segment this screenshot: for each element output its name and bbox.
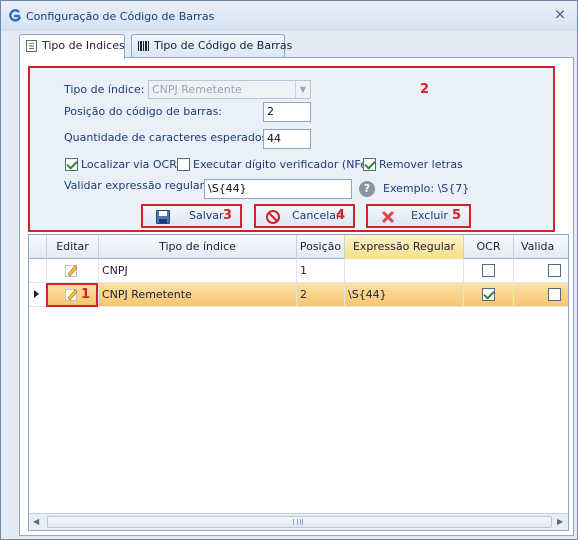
grid-header: Editar Tipo de índice Posição Expressão … [29,235,568,259]
localizar-ocr-checkbox[interactable] [65,158,78,171]
grip-icon [293,519,303,525]
validar-input[interactable]: \S{44} [204,179,352,199]
posicao-input[interactable]: 2 [263,102,311,122]
app-icon [9,9,22,22]
annotation-number-4: 4 [335,208,345,223]
posicao-label: Posição do código de barras: [64,105,223,118]
valida-checkbox[interactable] [548,264,561,277]
tab-tipo-de-codigo-de-barras[interactable]: Tipo de Código de Barras [131,34,292,58]
edit-highlight-box [46,283,98,307]
scroll-thumb[interactable] [47,516,552,528]
edit-cell[interactable] [47,259,99,283]
column-header-valida[interactable]: Valida [514,235,568,259]
exemplo-text: Exemplo: \S{7} [383,182,470,195]
ocr-checkbox[interactable] [482,264,495,277]
posicao-cell[interactable]: 1 [297,259,345,283]
close-button[interactable]: × [552,7,568,23]
ocr-cell[interactable] [464,283,514,307]
table-row[interactable]: CNPJ 1 [29,259,568,283]
tab-label: Tipo de Código de Barras [154,39,293,52]
row-indicator-header [29,235,47,259]
current-row-arrow-icon [34,290,39,298]
column-header-ocr[interactable]: OCR [464,235,514,259]
annotation-number-5: 5 [451,208,461,223]
salvar-button[interactable]: Salvar 3 [141,204,242,228]
posicao-cell[interactable]: 2 [297,283,345,307]
column-header-expressao[interactable]: Expressão Regular [345,235,464,259]
horizontal-scrollbar[interactable]: ◀ ▶ [29,513,568,530]
tab-panel: 2 Tipo de índice: CNPJ Remetente ▼ Posiç… [19,57,574,536]
title-bar: Configuração de Código de Barras × [1,1,577,31]
column-header-editar[interactable]: Editar [47,235,99,259]
validar-label: Validar expressão regular [64,179,205,192]
ocr-checkbox[interactable] [482,288,495,301]
remover-letras-checkbox[interactable] [363,158,376,171]
expressao-cell[interactable] [345,259,464,283]
save-disk-icon [156,210,170,224]
executar-digito-checkbox[interactable] [177,158,190,171]
valida-cell[interactable] [514,283,568,307]
delete-x-icon [381,210,395,224]
quantidade-label: Quantidade de caracteres esperados: [64,131,272,144]
scroll-left-icon[interactable]: ◀ [33,517,39,526]
cancelar-button[interactable]: Cancelar 4 [254,204,355,228]
tipo-cell[interactable]: CNPJ Remetente [99,283,297,307]
cancel-icon [266,210,280,224]
help-icon[interactable]: ? [359,181,375,197]
expressao-cell[interactable]: \S{44} [345,283,464,307]
index-grid: Editar Tipo de índice Posição Expressão … [28,234,569,531]
annotation-number-3: 3 [222,208,232,223]
tipo-indice-combo[interactable]: CNPJ Remetente ▼ [148,80,311,99]
excluir-button[interactable]: Excluir 5 [366,204,471,228]
ocr-cell[interactable] [464,259,514,283]
scroll-right-icon[interactable]: ▶ [557,517,563,526]
annotation-number-2: 2 [420,82,430,97]
chevron-down-icon: ▼ [295,81,310,98]
dialog-window: Configuração de Código de Barras × Tipo … [0,0,578,540]
executar-digito-label: Executar dígito verificador (NFe) [193,158,372,171]
remover-letras-label: Remover letras [379,158,463,171]
valida-cell[interactable] [514,259,568,283]
column-header-tipo[interactable]: Tipo de índice [99,235,297,259]
excluir-label: Excluir [411,209,448,222]
cancelar-label: Cancelar [292,209,341,222]
table-row-selected[interactable]: 1 CNPJ Remetente 2 \S{44} [29,283,568,307]
row-indicator [29,283,47,307]
quantidade-input[interactable]: 44 [263,129,311,149]
salvar-label: Salvar [189,209,224,222]
tab-label: Tipo de Indices [42,39,125,52]
tipo-indice-label: Tipo de índice: [64,83,145,96]
window-title: Configuração de Código de Barras [26,10,215,23]
pencil-edit-icon [65,265,78,277]
close-icon: × [553,5,567,23]
tab-tipo-de-indices[interactable]: Tipo de Indices [19,34,125,59]
document-list-icon [26,40,37,52]
barcode-icon [138,41,149,51]
column-header-posicao[interactable]: Posição [297,235,345,259]
tipo-indice-value: CNPJ Remetente [152,83,242,96]
row-indicator [29,259,47,283]
valida-checkbox[interactable] [548,288,561,301]
tipo-cell[interactable]: CNPJ [99,259,297,283]
localizar-ocr-label: Localizar via OCR [81,158,177,171]
